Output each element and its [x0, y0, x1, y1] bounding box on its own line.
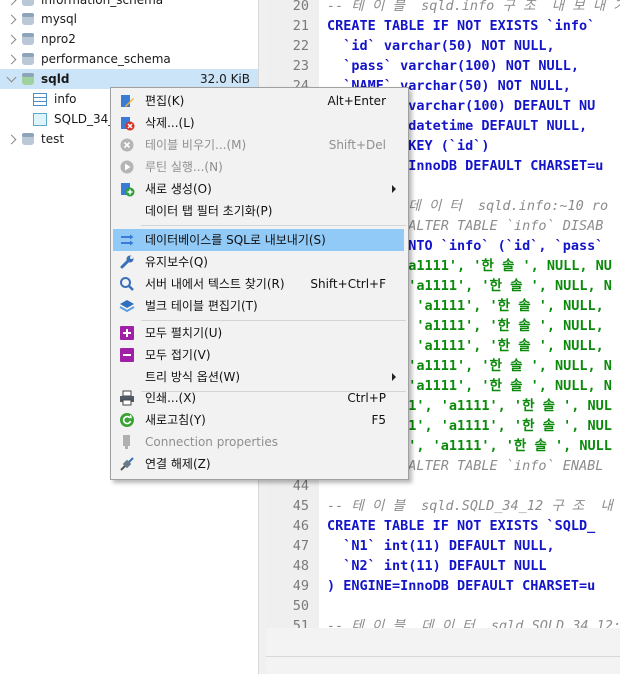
tree-item-label: performance_schema [41, 52, 171, 66]
code-line: `id` varchar(50) NOT NULL, [327, 38, 555, 54]
printer-icon [120, 390, 134, 406]
new-icon [121, 183, 135, 197]
line-number: 49 [292, 578, 309, 594]
menu-item-reset-data-filter[interactable]: 데이터 탭 필터 초기화(P) [113, 200, 404, 222]
menu-item-connection-properties[interactable]: Connection properties [113, 431, 404, 453]
code-line: -- 테 이 블 sqld.info 구 조 내 보 내 기 [327, 0, 620, 14]
menu-separator [141, 225, 406, 226]
disconnect-icon [120, 457, 134, 471]
menu-item-print[interactable]: 인쇄...(X) Ctrl+P [113, 387, 404, 409]
tree-item-mysql[interactable]: mysql [0, 9, 258, 29]
line-number: 23 [292, 58, 309, 74]
edit-icon [121, 95, 134, 107]
export-sql-icon [121, 234, 134, 246]
delete-icon [121, 117, 135, 131]
menu-item-edit[interactable]: 편집(K) Alt+Enter [113, 90, 404, 112]
menu-item-create-new[interactable]: 새로 생성(O) [113, 178, 404, 200]
context-menu[interactable]: 편집(K) Alt+Enter 삭제...(L) 테이블 비우기...(M) Shi… [110, 87, 409, 480]
menu-item-find-text-on-server[interactable]: 서버 내에서 텍스트 찾기(R) Shift+Ctrl+F [113, 273, 404, 295]
database-icon [22, 132, 34, 146]
submenu-arrow-icon [392, 185, 396, 193]
submenu-arrow-icon [392, 373, 396, 381]
line-number: 22 [292, 38, 309, 54]
code-line: CREATE TABLE IF NOT EXISTS `SQLD_ [327, 518, 596, 534]
empty-table-icon [120, 138, 134, 152]
database-size: 32.0 KiB [200, 72, 250, 86]
line-number: 45 [292, 498, 309, 514]
tree-item-label: SQLD_34_ [54, 112, 115, 126]
code-line: -- 테 이 블 sqld.SQLD_34_12 구 조 내 [327, 498, 613, 514]
chevron-right-icon[interactable] [6, 134, 17, 145]
bulk-edit-icon [119, 300, 135, 313]
menu-item-tree-style-options[interactable]: 트리 방식 옵션(W) [113, 366, 404, 388]
code-line: `N1` int(11) DEFAULT NULL, [327, 538, 555, 554]
tree-item-label: sqld [41, 72, 70, 86]
menu-item-refresh[interactable]: 새로고침(Y) F5 [113, 409, 404, 431]
chevron-right-icon[interactable] [6, 14, 17, 25]
tree-item-label: npro2 [41, 32, 76, 46]
database-icon [22, 12, 34, 26]
code-line: ) ENGINE=InnoDB DEFAULT CHARSET=u [327, 578, 596, 594]
collapse-all-icon [120, 348, 134, 362]
search-icon [120, 277, 134, 291]
code-line: `pass` varchar(100) NOT NULL, [327, 58, 579, 74]
tree-item-sqld[interactable]: sqld 32.0 KiB [0, 69, 258, 89]
table-icon [33, 113, 47, 126]
chevron-down-icon[interactable] [6, 72, 17, 83]
database-icon [22, 72, 34, 86]
connection-properties-icon [123, 435, 130, 449]
menu-item-maintenance[interactable]: 유지보수(Q) [113, 251, 404, 273]
menu-item-export-database-sql[interactable]: 데이터베이스를 SQL로 내보내기(S) [113, 229, 404, 251]
wrench-icon [120, 255, 134, 269]
table-icon [33, 93, 47, 106]
code-line: `N2` int(11) DEFAULT NULL [327, 558, 547, 574]
tree-item-label: info [54, 92, 77, 106]
horizontal-scrollbar[interactable] [266, 628, 620, 674]
tree-item-performance-schema[interactable]: performance_schema [0, 49, 258, 69]
menu-item-bulk-table-editor[interactable]: 벌크 테이블 편집기(T) [113, 295, 404, 317]
line-number: 50 [292, 598, 309, 614]
chevron-right-icon[interactable] [6, 0, 17, 6]
chevron-right-icon[interactable] [6, 34, 17, 45]
refresh-icon [120, 413, 134, 427]
line-number: 46 [292, 518, 309, 534]
menu-item-expand-all[interactable]: 모두 펼치기(U) [113, 322, 404, 344]
tree-item-npro2[interactable]: npro2 [0, 29, 258, 49]
code-line: CREATE TABLE IF NOT EXISTS `info` [327, 18, 596, 34]
line-number: 20 [292, 0, 309, 14]
menu-item-delete[interactable]: 삭제...(L) [113, 112, 404, 134]
database-icon [22, 52, 34, 66]
chevron-right-icon[interactable] [6, 54, 17, 65]
database-icon [22, 0, 34, 7]
menu-item-run-routine[interactable]: 루틴 실행...(N) [113, 156, 404, 178]
menu-separator [141, 320, 406, 321]
line-number: 47 [292, 538, 309, 554]
menu-item-disconnect[interactable]: 연결 해제(Z) [113, 453, 404, 475]
tree-item-label: mysql [41, 12, 77, 26]
database-icon [22, 32, 34, 46]
expand-all-icon [120, 326, 134, 340]
line-number: 21 [292, 18, 309, 34]
tree-item-label: test [41, 132, 65, 146]
line-number: 48 [292, 558, 309, 574]
run-routine-icon [120, 160, 134, 174]
menu-item-collapse-all[interactable]: 모두 접기(V) [113, 344, 404, 366]
menu-item-empty-table[interactable]: 테이블 비우기...(M) Shift+Del [113, 134, 404, 156]
